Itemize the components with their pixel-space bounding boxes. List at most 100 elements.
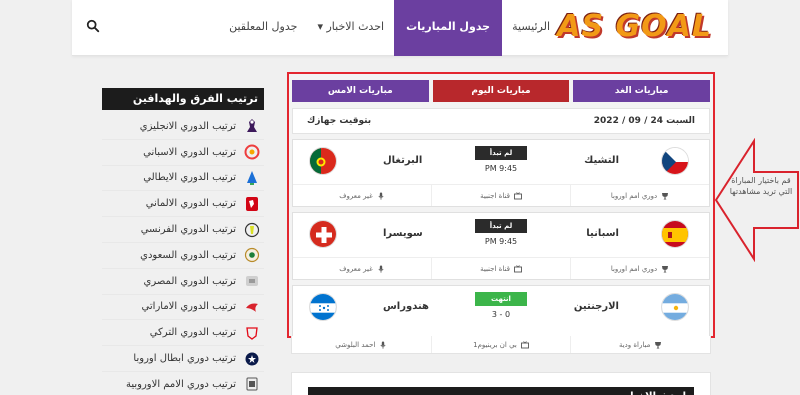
sidebar-item-serie-a[interactable]: ترتيب الدوري الايطالي	[102, 166, 264, 192]
match-row: التشيك لم تبدأ PM 9:45 البرتغال	[293, 140, 709, 182]
sidebar-item-saudi-league[interactable]: ترتيب الدوري السعودي	[102, 243, 264, 269]
tv-icon	[513, 191, 522, 199]
sidebar-item-label: ترتيب الدوري السعودي	[140, 249, 236, 261]
sidebar-item-laliga[interactable]: ترتيب الدوري الاسباني	[102, 140, 264, 166]
matches-panel: مباريات الغد مباريات اليوم مباريات الامس…	[287, 72, 715, 338]
day-tabs: مباريات الغد مباريات اليوم مباريات الامس	[291, 80, 710, 102]
match-score: 3 - 0	[491, 310, 511, 319]
sidebar-item-label: ترتيب الدوري الفرنسي	[140, 224, 236, 236]
trophy-icon	[662, 265, 669, 272]
tv-icon	[513, 264, 522, 272]
competition-name: دوري امم اوروبا	[610, 191, 658, 200]
status-badge: لم تبدأ	[475, 219, 527, 233]
search-icon[interactable]	[86, 19, 100, 33]
match-info: مباراة ودية بي ان برينيوم1 احمد البلوشي	[291, 336, 711, 354]
annotation-text: قم باختيار المباراة التي تريد مشاهدتها	[729, 176, 793, 196]
sidebar-item-egypt-league[interactable]: ترتيب الدوري المصري	[102, 269, 264, 295]
sidebar-item-label: ترتيب الدوري المصري	[143, 275, 236, 287]
laliga-icon	[244, 144, 260, 160]
sidebar-item-turkey-league[interactable]: ترتيب الدوري التركي	[102, 320, 264, 347]
sidebar-item-premier-league[interactable]: ترتيب الدوري الانجليزي	[102, 114, 264, 140]
away-team: هندوراس	[383, 301, 429, 312]
nations-league-icon	[246, 377, 258, 391]
timezone-label: بتوقيت جهازك	[307, 116, 372, 126]
honduras-flag	[309, 293, 337, 321]
site-header: AS GOAL الرئيسية جدول المباريات احدث الا…	[72, 0, 728, 56]
microphone-icon	[378, 265, 384, 273]
home-team: الارجنتين	[573, 301, 619, 312]
news-section-title: احدث الاخبار	[308, 387, 694, 395]
commentator-cell: احمد البلوشي	[292, 336, 432, 353]
sidebar-item-label: ترتيب الدوري التركي	[149, 327, 236, 339]
sidebar-item-label: ترتيب دوري ابطال اوروبا	[133, 353, 236, 365]
premier-league-icon	[247, 119, 257, 133]
microphone-icon	[380, 341, 386, 349]
date-row: السبت 24 / 09 / 2022 بتوقيت جهازك	[292, 108, 710, 134]
sidebar-item-label: ترتيب الدوري الاماراتي	[141, 301, 236, 313]
uae-league-icon	[246, 303, 258, 312]
away-team: البرتغال	[383, 155, 423, 166]
bundesliga-icon	[246, 196, 258, 211]
channel-cell: قناة اجنبية	[432, 258, 571, 279]
competition-cell: دوري امم اوروبا	[571, 185, 709, 206]
switzerland-flag	[309, 220, 337, 248]
match-time: PM 9:45	[484, 164, 518, 173]
sidebar-item-label: ترتيب الدوري الانجليزي	[139, 120, 236, 132]
site-logo[interactable]: AS GOAL	[557, 9, 712, 44]
tab-yesterday[interactable]: مباريات الامس	[291, 80, 429, 102]
channel-cell: قناة اجنبية	[432, 185, 571, 206]
sidebar-item-champions-league[interactable]: ترتيب دوري ابطال اوروبا	[102, 346, 264, 372]
match-row: الارجنتين انتهت 3 - 0 هندوراس	[293, 286, 709, 328]
nav-home[interactable]: الرئيسية	[502, 0, 560, 56]
turkey-league-icon	[246, 327, 258, 340]
commentator-cell: غير معروف	[293, 258, 432, 279]
match-date: السبت 24 / 09 / 2022	[593, 116, 695, 126]
home-team: اسبانيا	[586, 228, 619, 239]
microphone-icon	[378, 192, 384, 200]
trophy-icon	[662, 192, 669, 199]
serie-a-icon	[247, 170, 257, 185]
sidebar-item-nations-league[interactable]: ترتيب دوري الامم الاوروبية	[102, 372, 264, 395]
saudi-league-icon	[244, 248, 260, 263]
ligue1-icon	[244, 222, 260, 237]
main-nav: الرئيسية جدول المباريات احدث الاخبار ▾ ج…	[219, 0, 560, 56]
sidebar-item-label: ترتيب الدوري الاسباني	[143, 146, 236, 158]
sidebar-item-label: ترتيب دوري الامم الاوروبية	[125, 378, 236, 390]
status-badge: انتهت	[475, 292, 527, 306]
match-time: PM 9:45	[484, 237, 518, 246]
away-team: سويسرا	[383, 228, 423, 239]
tab-today[interactable]: مباريات اليوم	[432, 80, 570, 102]
competition-cell: مباراة ودية	[571, 336, 710, 353]
match-row: اسبانيا لم تبدأ PM 9:45 سويسرا	[293, 213, 709, 255]
sidebar-title: ترتيب الفرق والهدافين	[102, 88, 264, 110]
sidebar-item-label: ترتيب الدوري الالماني	[145, 198, 236, 210]
tab-tomorrow[interactable]: مباريات الغد	[573, 80, 710, 102]
nav-commentators[interactable]: جدول المعلقين	[219, 0, 307, 56]
nav-matches[interactable]: جدول المباريات	[394, 0, 503, 56]
sidebar-item-bundesliga[interactable]: ترتيب الدوري الالماني	[102, 191, 264, 218]
commentator-name: غير معروف	[339, 191, 373, 200]
spain-flag	[661, 220, 689, 248]
match-card[interactable]: الارجنتين انتهت 3 - 0 هندوراس	[292, 285, 710, 336]
commentator-cell: غير معروف	[293, 185, 432, 206]
sidebar-list: ترتيب الدوري الانجليزي ترتيب الدوري الاس…	[102, 114, 264, 395]
nav-news[interactable]: احدث الاخبار ▾	[307, 0, 394, 56]
match-info: دوري امم اوروبا قناة اجنبية غير معروف	[293, 184, 709, 206]
channel-name: بي ان برينيوم1	[473, 340, 517, 349]
sidebar-item-uae-league[interactable]: ترتيب الدوري الاماراتي	[102, 295, 264, 321]
annotation-arrow	[714, 138, 799, 262]
channel-name: قناة اجنبية	[480, 264, 510, 273]
channel-name: قناة اجنبية	[480, 191, 510, 200]
sidebar-item-ligue1[interactable]: ترتيب الدوري الفرنسي	[102, 217, 264, 243]
commentator-name: احمد البلوشي	[335, 340, 376, 349]
channel-cell: بي ان برينيوم1	[432, 336, 572, 353]
match-card[interactable]: اسبانيا لم تبدأ PM 9:45 سويسرا دوري امم …	[292, 212, 710, 280]
egypt-league-icon	[246, 276, 258, 287]
competition-cell: دوري امم اوروبا	[571, 258, 709, 279]
home-team: التشيك	[584, 155, 619, 166]
match-card[interactable]: التشيك لم تبدأ PM 9:45 البرتغال دوري امم…	[292, 139, 710, 207]
sidebar-item-label: ترتيب الدوري الايطالي	[143, 172, 236, 184]
czech-flag	[661, 147, 689, 175]
tv-icon	[520, 340, 529, 348]
trophy-icon	[655, 341, 662, 348]
